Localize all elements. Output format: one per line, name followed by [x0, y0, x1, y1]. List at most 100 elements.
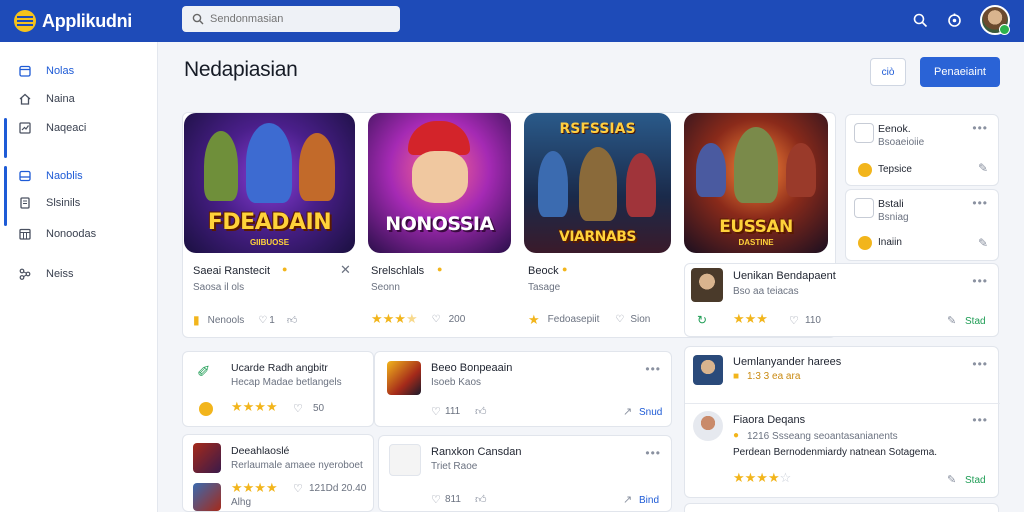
user-avatar — [693, 355, 723, 385]
like-icon[interactable]: ♡ — [432, 314, 441, 325]
home-icon — [18, 92, 32, 106]
card-link[interactable]: Snud — [639, 407, 662, 418]
game-subtitle: Saosa il ols — [193, 282, 245, 293]
stat-label: Fedoasepiit — [547, 314, 600, 325]
game-tile[interactable]: NONOSSIA — [368, 113, 511, 253]
page-title: Nedapiasian — [184, 58, 298, 81]
card-link[interactable]: Bind — [639, 495, 659, 506]
card-link[interactable]: Stad — [965, 316, 986, 327]
list-card[interactable]: Deeahlaoslé Rerlaumale amaee nyeroboet ★… — [182, 434, 374, 512]
stat-count: 111 — [445, 406, 461, 417]
edit-icon[interactable]: ✎ — [978, 236, 988, 250]
game-tile-title: FDEADAIN — [207, 210, 332, 235]
game-tile[interactable]: FDEADAIN GIIBUOSE — [184, 113, 355, 253]
settings-icon[interactable] — [946, 12, 962, 28]
search-icon[interactable] — [912, 12, 928, 28]
like-icon[interactable]: ♡ — [431, 405, 441, 418]
like-icon[interactable]: ♡ — [258, 315, 267, 326]
card-subtitle: Triet Raoe — [431, 461, 478, 472]
calendar-icon — [18, 64, 32, 78]
game-thumbnail — [389, 444, 421, 476]
primary-button[interactable]: Penaeiaint — [920, 57, 1000, 87]
sidebar-item-nonoodas[interactable]: Nonoodas — [0, 221, 158, 247]
game-tile-subtitle: RSFSSIAS — [559, 121, 636, 137]
game-subtitle: Tasage — [528, 282, 561, 293]
bell-icon — [854, 123, 874, 143]
more-icon[interactable]: ••• — [972, 121, 988, 135]
card-link[interactable]: Stad — [965, 475, 986, 486]
search-box[interactable] — [182, 6, 400, 32]
more-icon[interactable]: ••• — [972, 196, 988, 210]
sidebar-item-naina[interactable]: Naina — [0, 86, 158, 112]
character-art — [626, 153, 656, 217]
pencil-icon: ✐ — [197, 364, 211, 381]
game-thumbnail — [193, 443, 221, 473]
stat-count: 811 — [445, 494, 461, 505]
user-avatar[interactable] — [980, 5, 1010, 35]
game-tile[interactable]: RSFSSIAS VIARNABS — [524, 113, 671, 253]
edit-icon[interactable]: ✎ — [947, 314, 956, 327]
stat-count: 200 — [448, 313, 466, 325]
thumbs-up-icon[interactable]: 👍︎ — [475, 493, 487, 506]
info-card[interactable]: Eenok. Bsoaeioiie ••• Tepsice ✎ — [845, 114, 999, 186]
share-icon[interactable]: ↗ — [623, 493, 632, 506]
sidebar-item-slsinils[interactable]: Slsinils — [0, 190, 158, 216]
secondary-button[interactable]: ciò — [870, 58, 906, 86]
share-icon[interactable]: ↗ — [623, 405, 632, 418]
network-icon — [18, 267, 32, 281]
game-tile[interactable]: EUSSAN DASTINE — [684, 113, 828, 253]
top-actions — [912, 5, 1010, 35]
sidebar-item-neiss[interactable]: Neiss — [0, 261, 158, 287]
coin-icon — [199, 402, 213, 416]
game-name[interactable]: Srelschlals — [371, 265, 424, 277]
list-card[interactable]: Ranxkon Cansdan Triet Raoe ••• ♡ 811 👍︎ … — [378, 435, 672, 512]
sidebar-item-naoblis[interactable]: Naoblis — [0, 163, 158, 189]
character-art — [696, 143, 726, 197]
card-title: Ucarde Radh angbitr — [231, 362, 328, 374]
game-tile-title: EUSSAN — [719, 217, 793, 237]
game-name[interactable]: Saeai Ranstecit — [193, 265, 270, 277]
refresh-icon: ↻ — [697, 313, 708, 327]
sidebar-item-label: Naina — [46, 93, 75, 105]
thumbs-up-icon[interactable]: 👍︎ — [475, 405, 487, 418]
like-icon[interactable]: ♡ — [431, 493, 441, 506]
review-subtitle: 1:3 3 ea ara — [747, 371, 801, 382]
card-subtitle: Bsoaeioiie — [878, 137, 925, 148]
sidebar-item-label: Naoblis — [46, 170, 83, 182]
game-name[interactable]: Beock — [528, 265, 559, 277]
search-input[interactable] — [210, 13, 390, 25]
more-icon[interactable]: ••• — [972, 357, 988, 371]
game-rating: ★★★★ ♡ 200 — [371, 312, 465, 326]
card-title: Ranxkon Cansdan — [431, 446, 522, 458]
app-logo[interactable]: Applikudni — [14, 10, 174, 32]
like-icon[interactable]: ♡ — [293, 482, 303, 495]
card-note: Alhg — [231, 497, 252, 508]
next-card — [684, 503, 999, 512]
card-title: Uenikan Bendapaent — [733, 270, 836, 282]
edit-icon[interactable]: ✎ — [947, 473, 956, 486]
more-icon[interactable]: ••• — [972, 413, 988, 427]
close-icon[interactable]: ✕ — [340, 262, 351, 278]
stat-count: 50 — [313, 403, 325, 414]
game-tile-subtitle: GIIBUOSE — [249, 238, 290, 247]
review-title: Uemlanyander harees — [733, 356, 842, 368]
like-icon[interactable]: ♡ — [615, 314, 624, 325]
stat-count: 121Dd 20.40 — [309, 483, 367, 494]
more-icon[interactable]: ••• — [645, 446, 661, 460]
lock-icon — [854, 198, 874, 218]
thumbs-up-icon[interactable]: 👍︎ — [287, 314, 297, 326]
list-card[interactable]: ✐ Ucarde Radh angbitr Hecap Madae betlan… — [182, 351, 374, 427]
list-card[interactable]: Beeo Bonpeaain Isoeb Kaos ••• ♡ 111 👍︎ ↗… — [374, 351, 672, 427]
developer-card[interactable]: Uenikan Bendapaent Bso aa teiacas ••• ↻ … — [684, 263, 999, 337]
edit-icon[interactable]: ✎ — [978, 161, 988, 175]
card-label: Inaiin — [878, 237, 902, 248]
more-icon[interactable]: ••• — [645, 362, 661, 376]
like-icon[interactable]: ♡ — [789, 314, 799, 327]
coin-icon: ● — [733, 430, 740, 441]
sidebar-item-naqeaci[interactable]: Naqeaci — [0, 115, 158, 141]
more-icon[interactable]: ••• — [972, 274, 988, 288]
document-icon — [18, 196, 32, 210]
info-card[interactable]: Bstali Bsniag ••• Inaiin ✎ — [845, 189, 999, 261]
sidebar-item-nolas[interactable]: Nolas — [0, 58, 158, 84]
like-icon[interactable]: ♡ — [293, 402, 303, 415]
